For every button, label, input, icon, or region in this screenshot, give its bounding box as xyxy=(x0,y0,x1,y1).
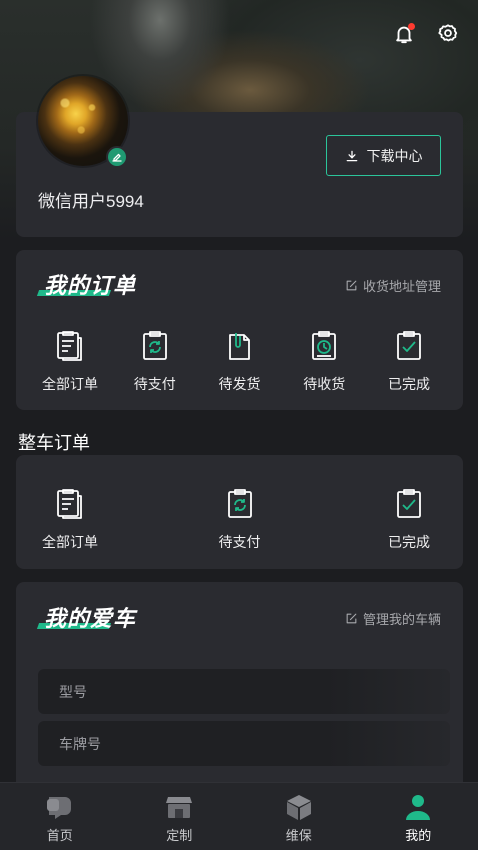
vehicle-order-completed-button[interactable]: 已完成 xyxy=(377,488,441,552)
order-to-ship-button[interactable]: 待发货 xyxy=(208,330,272,394)
car-model-field[interactable]: 型号 xyxy=(38,669,450,714)
car-model-placeholder: 型号 xyxy=(59,684,87,701)
store-icon xyxy=(166,797,193,818)
address-management-label: 收货地址管理 xyxy=(362,280,441,295)
vehicle-order-unpaid-label: 待支付 xyxy=(218,535,261,551)
clipboard-list-icon xyxy=(57,331,82,361)
vehicle-order-all-button[interactable]: 全部订单 xyxy=(38,488,102,552)
my-car-title: 我的爱车 xyxy=(44,607,137,632)
order-completed-label: 已完成 xyxy=(388,377,430,393)
vehicle-order-all-label: 全部订单 xyxy=(42,535,98,551)
order-to-receive-label: 待收货 xyxy=(303,377,346,393)
edit-icon xyxy=(346,613,357,624)
manage-vehicles-label: 管理我的车辆 xyxy=(362,613,441,628)
clipboard-clock-icon xyxy=(312,331,337,360)
top-actions xyxy=(392,22,460,46)
tab-home[interactable]: 首页 xyxy=(0,783,120,850)
my-orders-title: 我的订单 xyxy=(44,274,137,299)
my-orders-row: 全部订单 待支付 待发货 待收货 已完成 xyxy=(16,330,463,394)
clipboard-check-icon xyxy=(397,489,421,518)
address-management-link[interactable]: 收货地址管理 xyxy=(345,276,441,295)
tab-mine[interactable]: 我的 xyxy=(359,783,478,850)
download-center-label: 下载中心 xyxy=(366,148,423,165)
notification-dot xyxy=(408,23,415,30)
box-icon xyxy=(286,795,311,820)
order-completed-button[interactable]: 已完成 xyxy=(377,330,441,394)
order-unpaid-label: 待支付 xyxy=(133,377,176,393)
clipboard-refresh-icon xyxy=(227,489,252,518)
order-to-ship-label: 待发货 xyxy=(218,377,261,393)
tab-customize[interactable]: 定制 xyxy=(120,783,240,850)
vehicle-orders-row: 全部订单 待支付 已完成 xyxy=(16,488,463,552)
username: 微信用户5994 xyxy=(38,192,144,211)
plate-number-field[interactable]: 车牌号 xyxy=(38,721,450,766)
manage-vehicles-link[interactable]: 管理我的车辆 xyxy=(345,609,441,628)
tab-maintenance-label: 维保 xyxy=(285,829,312,844)
order-to-receive-button[interactable]: 待收货 xyxy=(292,330,356,394)
vehicle-orders-title: 整车订单 xyxy=(18,433,90,454)
vehicle-order-unpaid-button[interactable]: 待支付 xyxy=(208,488,272,552)
clipboard-list-icon xyxy=(57,489,82,519)
vehicle-order-completed-label: 已完成 xyxy=(388,535,430,551)
plate-number-placeholder: 车牌号 xyxy=(59,736,101,753)
edit-icon xyxy=(346,280,357,291)
pencil-icon xyxy=(112,153,122,162)
order-all-label: 全部订单 xyxy=(42,377,98,393)
download-center-button[interactable]: 下载中心 xyxy=(326,135,441,176)
clipboard-check-icon xyxy=(397,331,421,360)
tab-home-label: 首页 xyxy=(46,829,73,844)
download-icon xyxy=(346,150,357,161)
home-chat-icon xyxy=(46,797,71,819)
person-icon xyxy=(406,795,431,820)
tab-customize-label: 定制 xyxy=(166,829,193,844)
edit-avatar-button[interactable] xyxy=(106,146,128,168)
order-all-button[interactable]: 全部订单 xyxy=(38,330,102,394)
gear-icon[interactable] xyxy=(436,22,460,46)
bell-icon[interactable] xyxy=(392,22,416,46)
tab-mine-label: 我的 xyxy=(405,829,432,844)
order-unpaid-button[interactable]: 待支付 xyxy=(123,330,187,394)
bottom-tab-bar: 首页 定制 维保 我的 xyxy=(0,782,478,850)
tab-maintenance[interactable]: 维保 xyxy=(239,783,359,850)
clipboard-refresh-icon xyxy=(142,331,167,360)
document-clip-icon xyxy=(228,333,250,360)
